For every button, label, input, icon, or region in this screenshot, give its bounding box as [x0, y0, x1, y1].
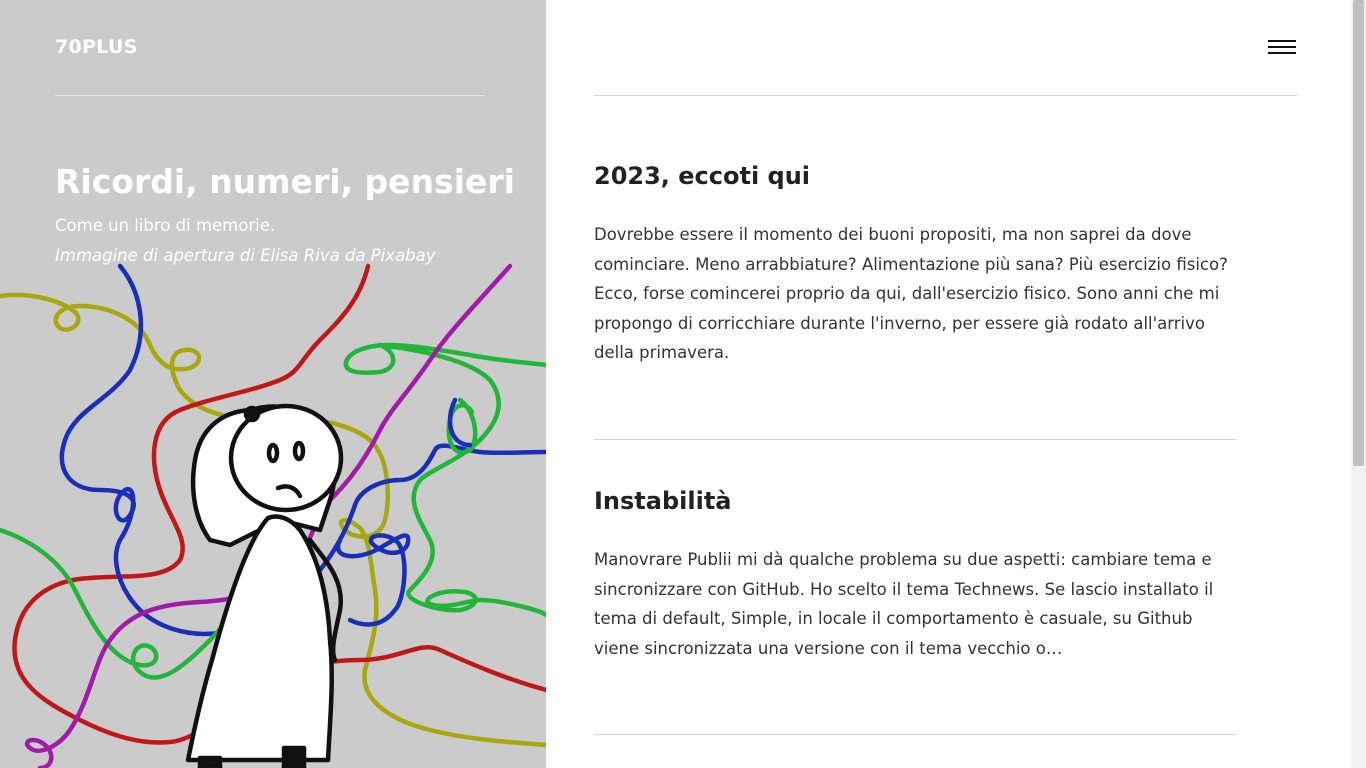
hero-subtitle: Come un libro di memorie. — [55, 216, 276, 235]
post-divider — [594, 439, 1236, 440]
scrollbar-thumb[interactable] — [1353, 0, 1364, 466]
post-item: 2023, eccoti qui Dovrebbe essere il mome… — [594, 162, 1236, 368]
stick-figure — [185, 403, 344, 768]
hamburger-menu-icon[interactable] — [1268, 40, 1298, 56]
header-divider — [594, 95, 1297, 96]
hero-divider — [55, 95, 485, 96]
page-scrollbar[interactable] — [1351, 0, 1366, 768]
post-excerpt: Manovrare Publii mi dà qualche problema … — [594, 550, 1214, 658]
post-divider — [594, 734, 1236, 735]
post-title-link[interactable]: 2023, eccoti qui — [594, 162, 1236, 190]
page: 70PLUS Ricordi, numeri, pensieri Come un… — [0, 0, 1366, 768]
post-title-link[interactable]: Instabilità — [594, 487, 1236, 515]
site-title-link[interactable]: 70PLUS — [55, 36, 138, 58]
post-item: Instabilità Manovrare Publii mi dà qualc… — [594, 487, 1236, 663]
menu-bar-middle — [1268, 46, 1296, 48]
hero-illustration — [0, 263, 546, 768]
hero-panel: 70PLUS Ricordi, numeri, pensieri Come un… — [0, 0, 546, 768]
post-excerpt: Dovrebbe essere il momento dei buoni pro… — [594, 225, 1228, 362]
hero-heading: Ricordi, numeri, pensieri — [55, 162, 515, 201]
menu-bar-bottom — [1268, 52, 1296, 54]
menu-bar-top — [1268, 40, 1296, 42]
green-line — [343, 342, 546, 618]
hero-image-credit: Immagine di apertura di Elisa Riva da Pi… — [55, 246, 436, 265]
main-content: 2023, eccoti qui Dovrebbe essere il mome… — [546, 0, 1351, 768]
